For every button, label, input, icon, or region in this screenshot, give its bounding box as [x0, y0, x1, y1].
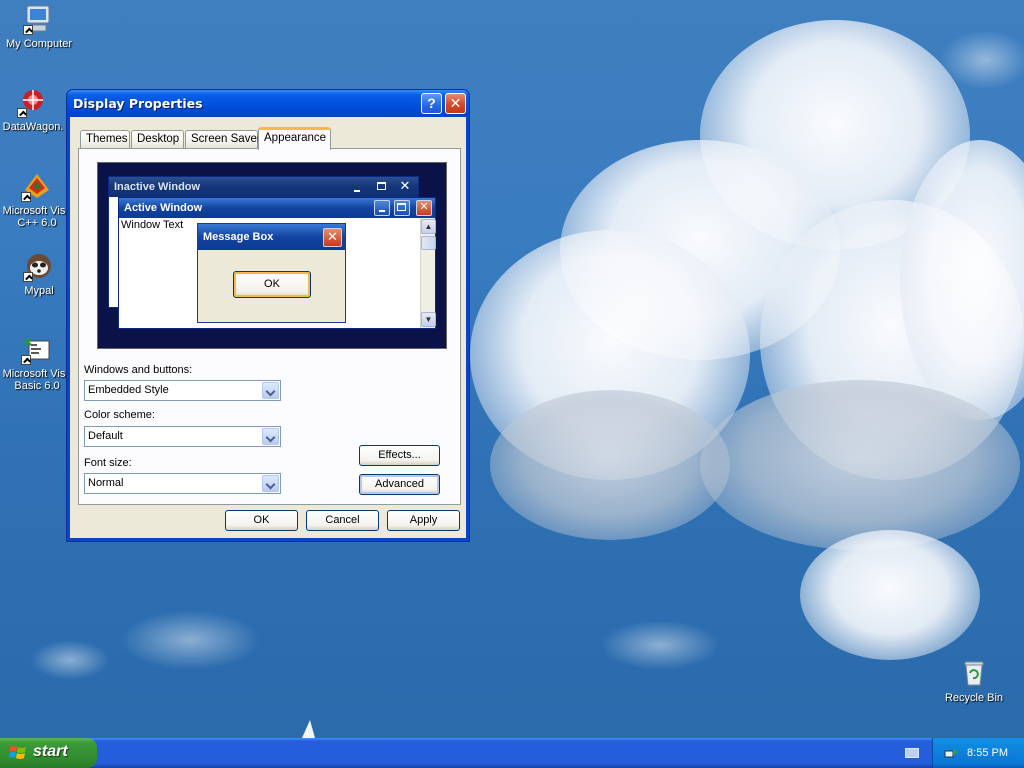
start-label: start	[33, 743, 68, 760]
minimize-icon	[350, 179, 366, 195]
sail-shape	[302, 720, 315, 738]
chevron-down-icon[interactable]	[262, 382, 279, 399]
display-properties-window: Display Properties ? ✕ Themes Desktop Sc…	[66, 89, 470, 542]
scroll-down-icon: ▼	[421, 312, 436, 327]
message-box-title: Message Box ✕	[198, 224, 345, 250]
tab-appearance[interactable]: Appearance	[258, 127, 331, 150]
mypal-icon	[23, 250, 55, 282]
inactive-title-text: Inactive Window	[114, 181, 201, 193]
close-icon: ✕	[416, 200, 432, 216]
tab-screen-saver[interactable]: Screen Saver	[185, 130, 261, 149]
font-size-value: Normal	[88, 477, 124, 489]
recycle-bin-icon	[958, 657, 990, 689]
windows-logo-icon	[9, 746, 26, 759]
start-button[interactable]: start	[0, 738, 97, 768]
close-icon: ✕	[323, 228, 342, 247]
windows-buttons-select[interactable]: Embedded Style	[84, 380, 281, 401]
message-box-ok: OK	[233, 271, 311, 298]
color-scheme-value: Default	[88, 430, 123, 442]
effects-button[interactable]: Effects...	[359, 445, 440, 466]
network-icon[interactable]	[944, 745, 960, 761]
desktop-icon-label: Mypal	[24, 285, 54, 297]
desktop-icon-label: Microsoft Visu C++ 6.0	[2, 205, 72, 229]
font-size-select[interactable]: Normal	[84, 473, 281, 494]
window-title: Display Properties	[73, 96, 203, 111]
question-mark-icon: ?	[427, 95, 436, 111]
close-icon: ✕	[399, 178, 411, 193]
windows-buttons-value: Embedded Style	[88, 384, 169, 396]
help-button[interactable]: ?	[421, 93, 442, 114]
close-icon: ✕	[449, 95, 462, 111]
font-size-label: Font size:	[84, 457, 132, 469]
visual-basic-icon	[21, 333, 53, 365]
visual-cpp-icon	[21, 170, 53, 202]
my-computer-icon	[23, 3, 55, 35]
desktop-icon-datawagon[interactable]: DataWagon.	[0, 86, 72, 133]
appearance-panel: Inactive Window ✕ Active Window ✕ Window…	[78, 148, 461, 505]
desktop-icon-label: DataWagon.	[2, 121, 64, 133]
scroll-thumb	[421, 236, 436, 250]
message-box-title-text: Message Box	[203, 231, 274, 243]
appearance-preview: Inactive Window ✕ Active Window ✕ Window…	[97, 162, 447, 349]
color-scheme-label: Color scheme:	[84, 409, 155, 421]
close-button[interactable]: ✕	[445, 93, 466, 114]
maximize-icon	[394, 200, 410, 216]
preview-inactive-title: Inactive Window ✕	[109, 177, 418, 197]
chevron-down-icon[interactable]	[262, 475, 279, 492]
tab-themes[interactable]: Themes	[80, 130, 130, 149]
apply-button[interactable]: Apply	[387, 510, 460, 531]
desktop-icon-visual-basic[interactable]: Microsoft Visu Basic 6.0	[0, 333, 76, 392]
minimize-icon	[374, 200, 390, 216]
windows-buttons-label: Windows and buttons:	[84, 364, 193, 376]
desktop-icon-visual-cpp[interactable]: Microsoft Visu C++ 6.0	[0, 170, 76, 229]
active-title-text: Active Window	[124, 202, 203, 214]
desktop-icon-label: Microsoft Visu Basic 6.0	[2, 368, 72, 392]
color-scheme-select[interactable]: Default	[84, 426, 281, 447]
cancel-button[interactable]: Cancel	[306, 510, 379, 531]
scroll-up-icon: ▲	[421, 219, 436, 234]
desktop-icon-label: My Computer	[5, 38, 73, 50]
tab-desktop[interactable]: Desktop	[131, 130, 184, 149]
chevron-down-icon[interactable]	[262, 428, 279, 445]
desktop-icon-my-computer[interactable]: My Computer	[0, 3, 78, 50]
desktop-icon-label: Recycle Bin	[944, 692, 1004, 704]
ok-button[interactable]: OK	[225, 510, 298, 531]
preview-active-title: Active Window ✕	[119, 198, 435, 218]
advanced-button[interactable]: Advanced	[359, 474, 440, 495]
preview-scrollbar: ▲ ▼	[420, 218, 436, 328]
desktop-icon-recycle-bin[interactable]: Recycle Bin	[935, 657, 1013, 704]
system-tray: 8:55 PM	[932, 738, 1024, 768]
maximize-icon	[374, 179, 390, 195]
datawagon-icon	[17, 86, 49, 118]
window-titlebar[interactable]: Display Properties ? ✕	[67, 90, 469, 117]
window-body: Themes Desktop Screen Saver Appearance I…	[70, 117, 466, 538]
preview-window-text: Window Text	[121, 219, 184, 231]
clock[interactable]: 8:55 PM	[967, 747, 1008, 759]
keyboard-icon[interactable]	[905, 748, 919, 758]
preview-message-box: Message Box ✕ OK	[197, 223, 346, 323]
taskbar: start 8:55 PM	[0, 738, 1024, 768]
